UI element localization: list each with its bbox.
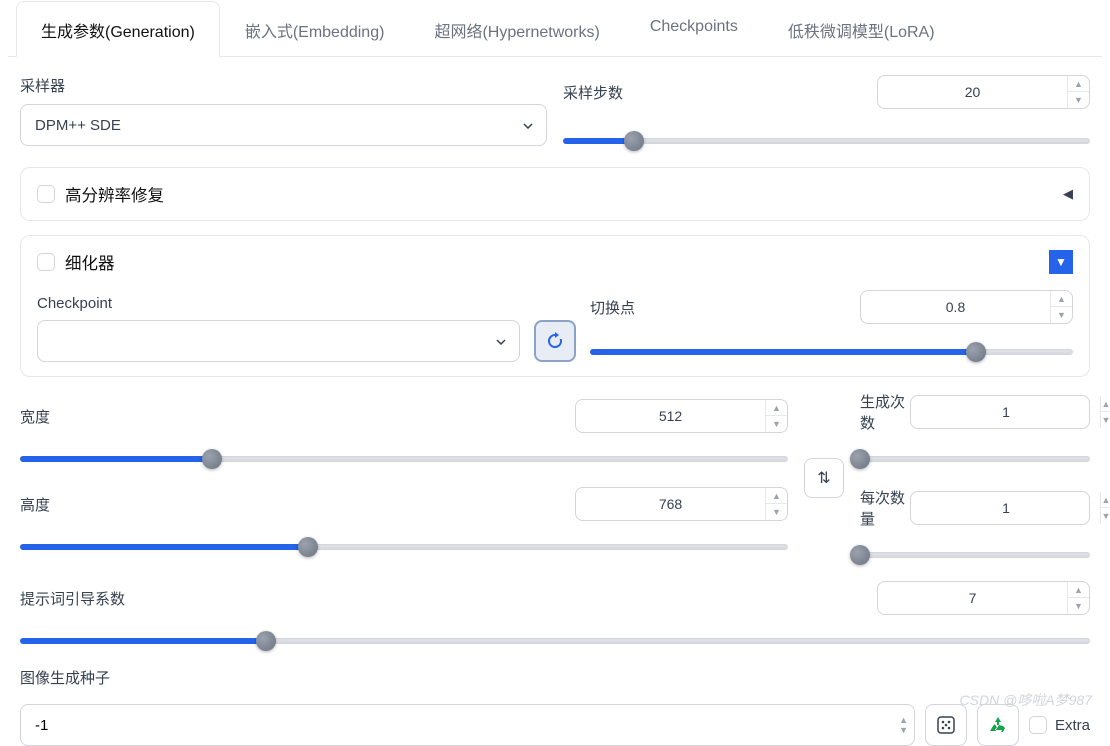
batch-size-input[interactable] (911, 500, 1100, 516)
steps-label: 采样步数 (563, 82, 623, 103)
tab-embedding[interactable]: 嵌入式(Embedding) (220, 1, 410, 57)
cfg-number[interactable]: ▲ ▼ (877, 581, 1090, 615)
random-seed-button[interactable] (925, 704, 967, 746)
height-up[interactable]: ▲ (766, 488, 787, 504)
batch-count-number[interactable]: ▲ ▼ (910, 395, 1090, 429)
refiner-switch-number[interactable]: ▲ ▼ (860, 290, 1073, 324)
refiner-label: 细化器 (65, 250, 115, 274)
width-up[interactable]: ▲ (766, 400, 787, 416)
triangle-down-icon[interactable]: ▼ (1049, 250, 1073, 274)
width-slider[interactable] (20, 449, 788, 469)
height-slider[interactable] (20, 537, 788, 557)
cfg-down[interactable]: ▼ (1068, 598, 1089, 614)
seed-up[interactable]: ▲ (899, 715, 908, 725)
height-label: 高度 (20, 494, 50, 515)
tab-generation[interactable]: 生成参数(Generation) (16, 1, 220, 57)
cfg-label: 提示词引导系数 (20, 588, 125, 609)
swap-dimensions-button[interactable]: ⇅ (804, 458, 844, 498)
cfg-input[interactable] (878, 590, 1067, 606)
refiner-checkpoint-label: Checkpoint (37, 295, 520, 312)
steps-input[interactable] (878, 84, 1067, 100)
steps-number[interactable]: ▲ ▼ (877, 75, 1090, 109)
dice-icon (935, 714, 957, 736)
width-label: 宽度 (20, 406, 50, 427)
cfg-slider[interactable] (20, 631, 1090, 651)
hires-panel: 高分辨率修复 ◀ (20, 167, 1090, 221)
reuse-seed-button[interactable] (977, 704, 1019, 746)
steps-down[interactable]: ▼ (1068, 92, 1089, 108)
batch-size-up[interactable]: ▲ (1101, 492, 1110, 508)
recycle-icon (987, 714, 1009, 736)
hires-checkbox[interactable] (37, 185, 55, 203)
refiner-panel: 细化器 ▼ Checkpoint 切换点 (20, 235, 1090, 377)
batch-size-number[interactable]: ▲ ▼ (910, 491, 1090, 525)
hires-label: 高分辨率修复 (65, 182, 164, 206)
refresh-button[interactable] (534, 320, 576, 362)
refiner-switch-slider[interactable] (590, 342, 1073, 362)
width-number[interactable]: ▲ ▼ (575, 399, 788, 433)
batch-size-slider[interactable] (860, 545, 1090, 565)
height-down[interactable]: ▼ (766, 504, 787, 520)
seed-extra-checkbox[interactable] (1029, 716, 1047, 734)
seed-label: 图像生成种子 (20, 667, 1090, 688)
batch-size-down[interactable]: ▼ (1101, 508, 1110, 524)
cfg-up[interactable]: ▲ (1068, 582, 1089, 598)
refiner-switch-up[interactable]: ▲ (1051, 291, 1072, 307)
seed-input[interactable] (35, 717, 899, 734)
sampler-value: DPM++ SDE (35, 117, 121, 134)
sampler-select[interactable]: DPM++ SDE (20, 104, 547, 146)
width-down[interactable]: ▼ (766, 416, 787, 432)
tab-lora[interactable]: 低秩微调模型(LoRA) (763, 1, 960, 57)
seed-extra-label: Extra (1055, 717, 1090, 734)
height-input[interactable] (576, 496, 765, 512)
batch-count-up[interactable]: ▲ (1101, 396, 1110, 412)
refiner-switch-input[interactable] (861, 299, 1050, 315)
tab-checkpoints[interactable]: Checkpoints (625, 1, 763, 57)
seed-field[interactable]: ▲ ▼ (20, 704, 915, 746)
batch-count-down[interactable]: ▼ (1101, 412, 1110, 428)
seed-down[interactable]: ▼ (899, 725, 908, 735)
refresh-icon (545, 331, 565, 351)
batch-count-slider[interactable] (860, 449, 1090, 469)
refiner-checkbox[interactable] (37, 253, 55, 271)
height-number[interactable]: ▲ ▼ (575, 487, 788, 521)
batch-count-label: 生成次数 (860, 391, 910, 433)
tabs-row: 生成参数(Generation) 嵌入式(Embedding) 超网络(Hype… (8, 0, 1102, 56)
refiner-switch-down[interactable]: ▼ (1051, 307, 1072, 323)
swap-vertical-icon: ⇅ (817, 468, 830, 488)
refiner-checkpoint-select[interactable] (37, 320, 520, 362)
steps-up[interactable]: ▲ (1068, 76, 1089, 92)
steps-slider[interactable] (563, 131, 1090, 151)
tab-hypernetworks[interactable]: 超网络(Hypernetworks) (409, 1, 624, 57)
triangle-left-icon[interactable]: ◀ (1063, 186, 1073, 202)
sampler-label: 采样器 (20, 75, 547, 96)
width-input[interactable] (576, 408, 765, 424)
refiner-switch-label: 切换点 (590, 297, 635, 318)
batch-count-input[interactable] (911, 404, 1100, 420)
batch-size-label: 每次数量 (860, 487, 910, 529)
